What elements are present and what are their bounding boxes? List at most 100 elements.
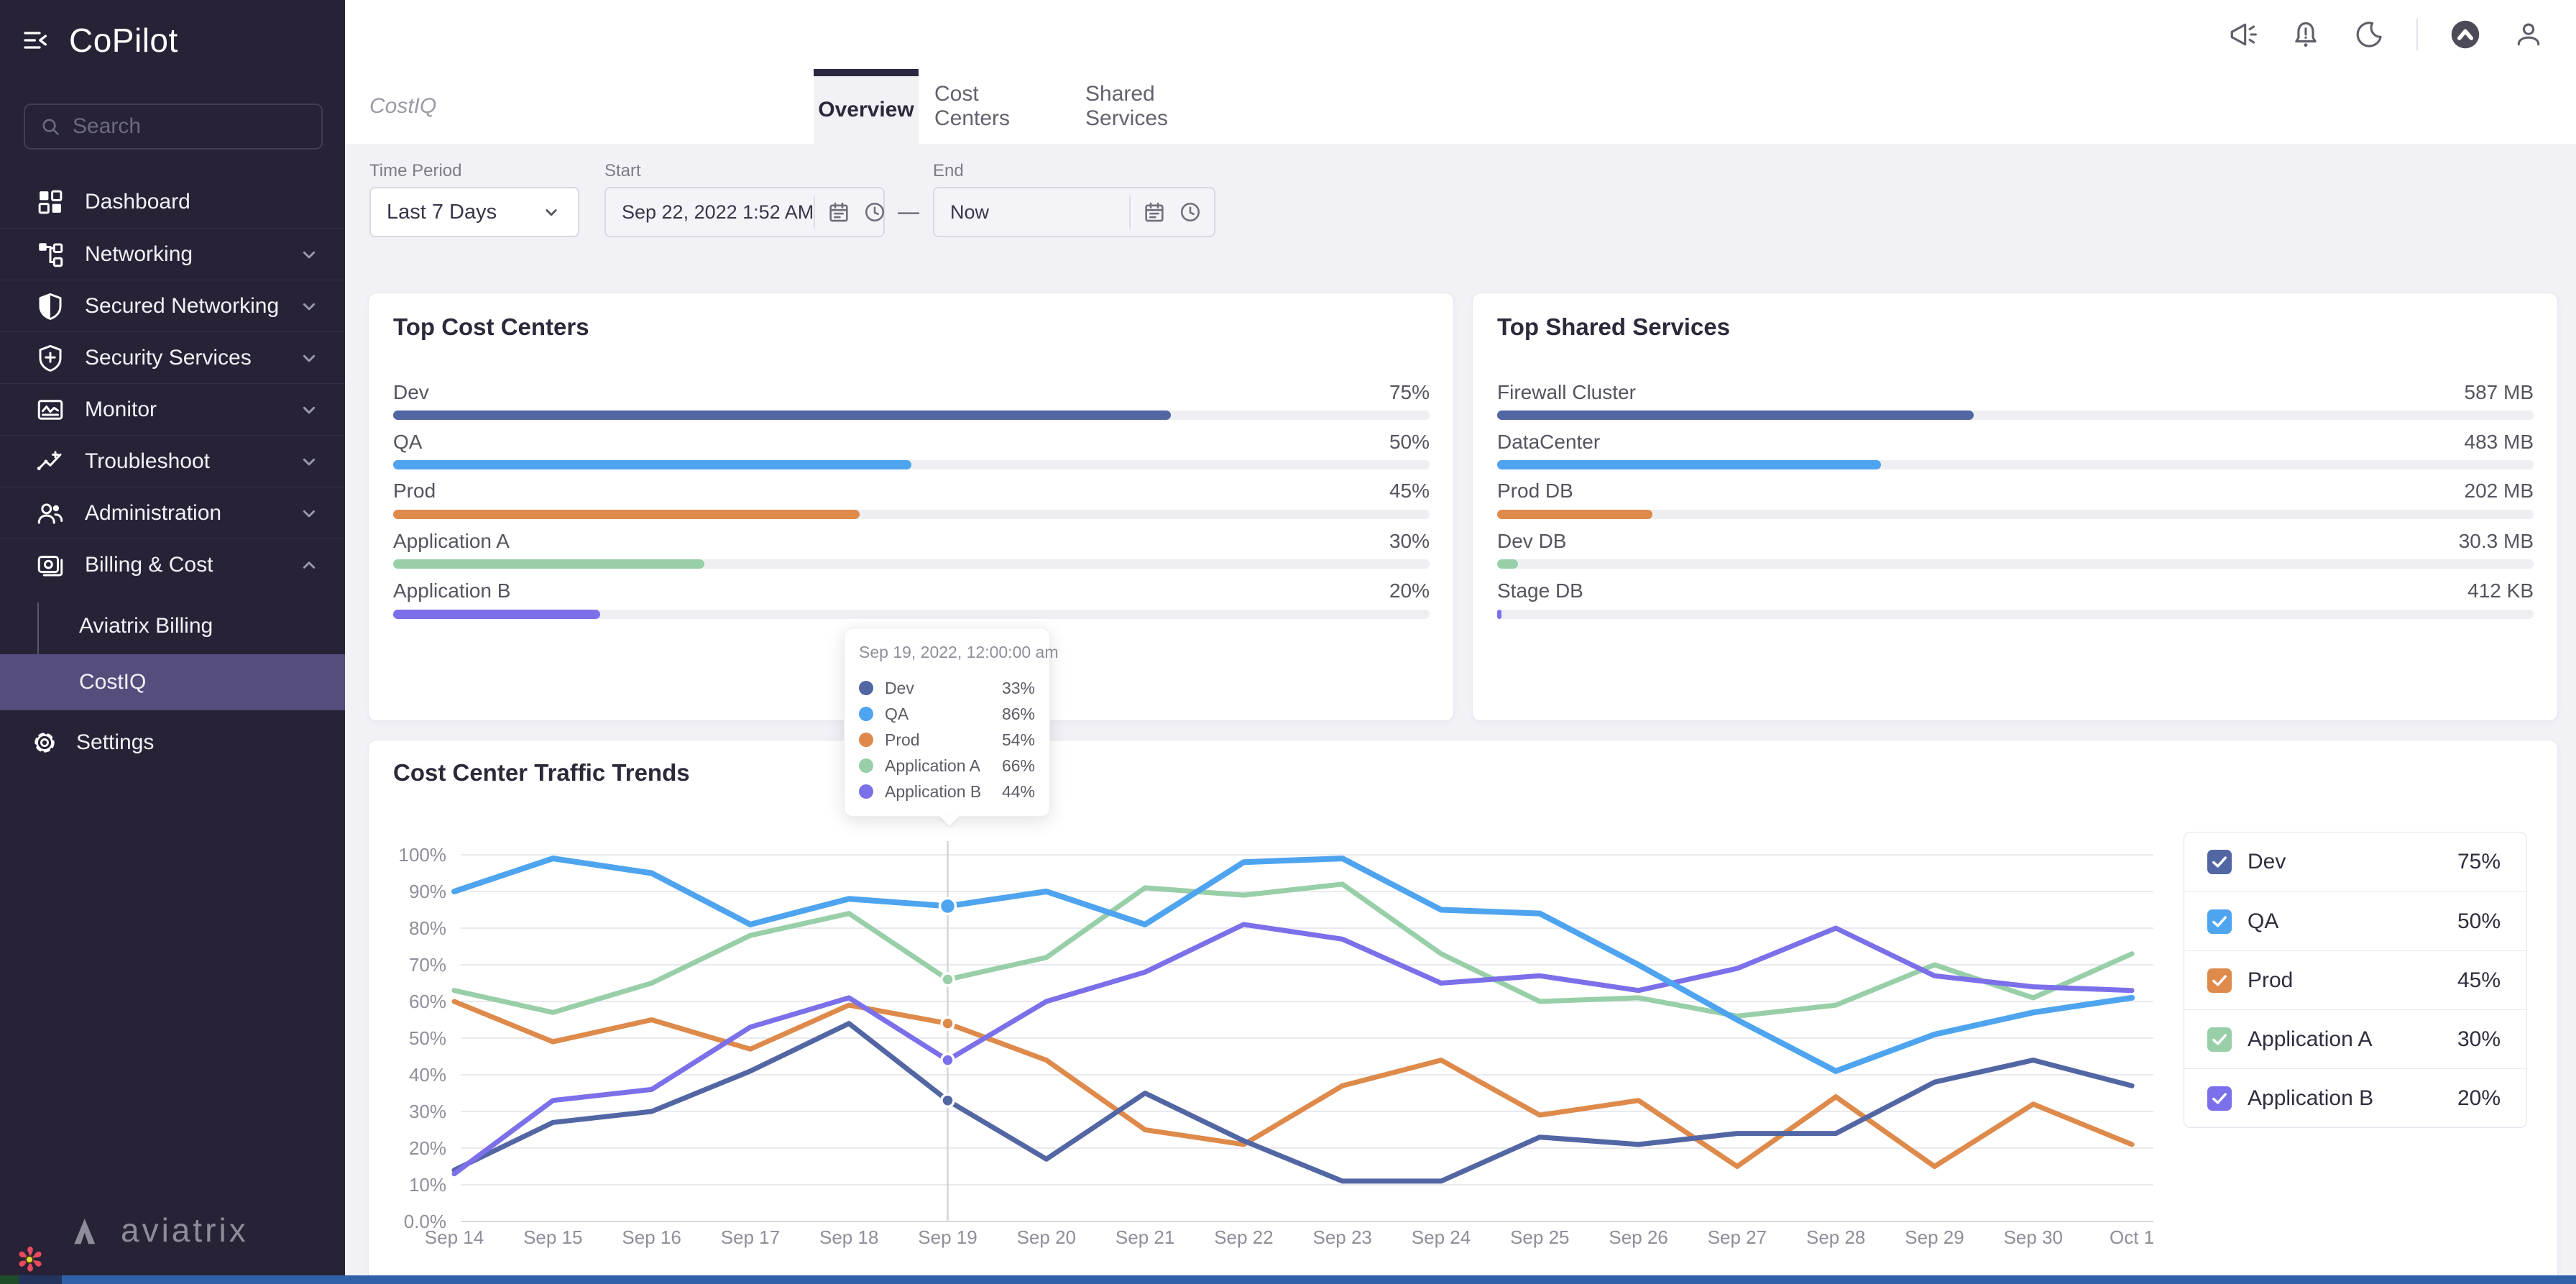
- sidebar-subitem-label: CostIQ: [79, 670, 147, 694]
- hover-dot-dev: [940, 1093, 955, 1108]
- sidebar-item-label: Networking: [85, 242, 193, 266]
- megaphone-icon[interactable]: [2227, 19, 2258, 50]
- dark-mode-moon-icon[interactable]: [2353, 19, 2385, 50]
- legend-item-application-b[interactable]: Application B 20%: [2184, 1068, 2526, 1127]
- series-checkbox[interactable]: [2207, 909, 2232, 934]
- legend-value: 50%: [2457, 909, 2501, 933]
- x-axis-tick: Sep 24: [1412, 1226, 1471, 1248]
- progress-track: [393, 559, 1430, 569]
- app-title: CoPilot: [69, 22, 178, 59]
- progress-fill: [393, 460, 911, 469]
- aviatrix-mark-icon[interactable]: [2450, 19, 2481, 50]
- sidebar-item-billing-cost[interactable]: Billing & Cost: [0, 538, 345, 590]
- cost-centers-card-title: Top Cost Centers: [393, 313, 589, 340]
- clock-icon[interactable]: [1178, 200, 1202, 224]
- sidebar-collapse-icon[interactable]: [22, 26, 50, 55]
- sidebar-item-dashboard[interactable]: Dashboard: [0, 176, 345, 228]
- sidebar-item-monitor[interactable]: Monitor: [0, 383, 345, 435]
- trend-icon: [34, 446, 66, 477]
- search-icon: [38, 114, 63, 139]
- start-value: Sep 22, 2022 1:52 AM: [622, 201, 814, 223]
- y-axis-tick: 20%: [409, 1137, 446, 1159]
- time-period-label: Time Period: [369, 161, 462, 180]
- sidebar-subnav: Aviatrix Billing CostIQ: [0, 598, 345, 710]
- tab-shared-services[interactable]: Shared Services: [1085, 69, 1233, 144]
- sidebar-item-security-services[interactable]: Security Services: [0, 331, 345, 383]
- time-period-value: Last 7 Days: [387, 200, 497, 224]
- range-separator: —: [898, 200, 919, 224]
- x-axis-tick: Sep 18: [819, 1226, 878, 1248]
- usage-row-value: 483 MB: [2464, 431, 2534, 453]
- sidebar-item-troubleshoot[interactable]: Troubleshoot: [0, 435, 345, 487]
- y-axis-tick: 50%: [409, 1027, 446, 1049]
- tooltip-row-dev: Dev 33%: [859, 675, 1035, 701]
- progress-track: [1497, 610, 2534, 619]
- progress-track: [1497, 460, 2534, 469]
- hover-dot-prod: [940, 1016, 955, 1031]
- legend-item-prod[interactable]: Prod 45%: [2184, 950, 2526, 1009]
- chart-tooltip: Sep 19, 2022, 12:00:00 am Dev 33% QA 86% Pro…: [844, 628, 1059, 826]
- topbar-icons: [2227, 16, 2544, 53]
- start-datetime-input[interactable]: Sep 22, 2022 1:52 AM: [604, 187, 885, 237]
- x-axis-tick: Sep 26: [1609, 1226, 1668, 1248]
- tooltip-row-prod: Prod 54%: [859, 727, 1035, 753]
- clock-icon[interactable]: [862, 200, 887, 224]
- notifications-bell-icon[interactable]: [2290, 19, 2322, 50]
- shield-half-icon: [34, 291, 66, 321]
- sidebar-item-settings[interactable]: Settings: [0, 715, 345, 771]
- aviatrix-logo-text: aviatrix: [121, 1211, 249, 1249]
- usage-row-value: 45%: [1389, 480, 1430, 502]
- sidebar-item-networking[interactable]: Networking: [0, 228, 345, 280]
- sidebar-item-administration[interactable]: Administration: [0, 487, 345, 538]
- legend-value: 75%: [2457, 850, 2501, 873]
- user-profile-icon[interactable]: [2513, 19, 2544, 50]
- series-dot: [859, 733, 873, 747]
- progress-track: [393, 411, 1430, 420]
- series-checkbox[interactable]: [2207, 1027, 2232, 1052]
- legend-item-qa[interactable]: QA 50%: [2184, 891, 2526, 950]
- red-flower-artifact: ✻: [12, 1241, 49, 1278]
- hover-dot-application-a: [940, 972, 955, 987]
- usage-row-value: 202 MB: [2464, 480, 2534, 502]
- series-checkbox[interactable]: [2207, 968, 2232, 993]
- y-axis-tick: 90%: [409, 881, 446, 902]
- sidebar-item-label: Secured Networking: [85, 293, 280, 318]
- progress-fill: [1497, 460, 1881, 469]
- calendar-icon[interactable]: [827, 200, 851, 224]
- progress-track: [393, 510, 1430, 519]
- usage-row-value: 75%: [1389, 381, 1430, 403]
- sidebar-item-secured-networking[interactable]: Secured Networking: [0, 280, 345, 331]
- tab-cost-centers[interactable]: Cost Centers: [934, 69, 1053, 144]
- tooltip-series-label: Dev: [885, 678, 914, 697]
- x-axis-tick: Sep 19: [918, 1226, 977, 1248]
- series-checkbox[interactable]: [2207, 850, 2232, 874]
- x-axis-tick: Sep 14: [425, 1226, 484, 1248]
- time-period-select[interactable]: Last 7 Days: [369, 187, 579, 237]
- sidebar-subitem-costiq[interactable]: CostIQ: [0, 654, 345, 710]
- sidebar-nav: Dashboard Networking Secured Networking Sec…: [0, 176, 345, 590]
- y-axis-tick: 60%: [409, 991, 446, 1012]
- sidebar-item-label: Troubleshoot: [85, 449, 210, 473]
- tooltip-series-label: Application A: [885, 756, 980, 775]
- x-axis-tick: Oct 1: [2110, 1226, 2154, 1248]
- series-checkbox[interactable]: [2207, 1086, 2232, 1111]
- end-label: End: [933, 161, 964, 180]
- hover-dot-application-b: [940, 1053, 955, 1068]
- tooltip-title: Sep 19, 2022, 12:00:00 am: [859, 643, 1059, 661]
- top-shared-services-card: Top Shared Services Firewall Cluster 587 …: [1472, 293, 2558, 721]
- end-datetime-input[interactable]: Now: [933, 187, 1215, 237]
- gear-icon: [29, 728, 60, 758]
- sidebar-subitem-aviatrix-billing[interactable]: Aviatrix Billing: [0, 598, 345, 654]
- sidebar-brand: CoPilot: [22, 20, 178, 60]
- search-input[interactable]: Search: [24, 104, 323, 150]
- tooltip-row-qa: QA 86%: [859, 701, 1035, 727]
- shield-plus-icon: [34, 343, 66, 373]
- tab-strip: CostIQ Overview Cost Centers Shared Servic…: [345, 69, 2576, 144]
- x-axis-tick: Sep 25: [1510, 1226, 1569, 1248]
- legend-item-application-a[interactable]: Application A 30%: [2184, 1009, 2526, 1068]
- usage-row-value: 587 MB: [2464, 381, 2534, 403]
- x-axis-tick: Sep 16: [622, 1226, 681, 1248]
- calendar-icon[interactable]: [1142, 200, 1167, 224]
- tab-overview[interactable]: Overview: [814, 69, 919, 144]
- legend-item-dev[interactable]: Dev 75%: [2184, 833, 2526, 891]
